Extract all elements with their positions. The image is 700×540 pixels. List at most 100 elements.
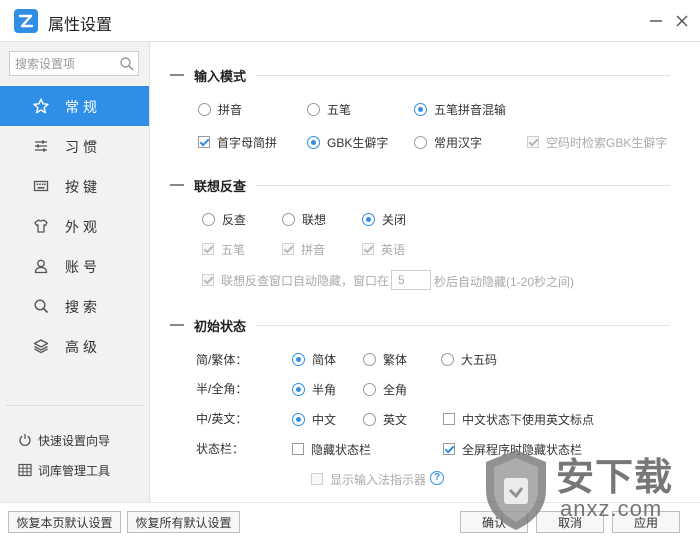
option-label: 中文 bbox=[312, 412, 337, 427]
star-icon bbox=[33, 98, 49, 114]
settings-search-input[interactable] bbox=[15, 55, 115, 73]
sidebar-item-account[interactable]: 账号 bbox=[0, 246, 149, 286]
checkbox[interactable] bbox=[311, 473, 323, 485]
radio-charset-common[interactable]: 常用汉字 bbox=[414, 134, 482, 150]
sidebar-item-keys[interactable]: 按键 bbox=[0, 166, 149, 206]
checkbox[interactable] bbox=[443, 413, 455, 425]
option-label: 拼音 bbox=[301, 242, 326, 257]
close-button[interactable] bbox=[671, 10, 693, 32]
radio-button[interactable] bbox=[292, 412, 305, 426]
radio-button[interactable] bbox=[414, 135, 427, 149]
checkbox[interactable] bbox=[198, 136, 210, 148]
restore-page-defaults-button[interactable]: 恢复本页默认设置 bbox=[8, 511, 121, 533]
quick-setup-wizard-label: 快速设置向导 bbox=[38, 433, 111, 448]
radio-assoc-suggest[interactable]: 联想 bbox=[282, 211, 326, 227]
radio-button[interactable] bbox=[363, 412, 376, 426]
checkbox-initial-abbrev[interactable]: 首字母简拼 bbox=[198, 134, 277, 150]
checkbox[interactable] bbox=[292, 443, 304, 455]
radio-mode-pinyin[interactable]: 拼音 bbox=[198, 101, 242, 117]
radio-button[interactable] bbox=[362, 212, 375, 226]
watermark-subtext: anxz.com bbox=[560, 496, 663, 521]
radio-button[interactable] bbox=[363, 352, 376, 366]
search-icon[interactable] bbox=[119, 56, 135, 72]
sidebar-item-label: 习惯 bbox=[65, 139, 101, 155]
radio-half-width[interactable]: 半角 bbox=[292, 381, 336, 397]
radio-traditional[interactable]: 繁体 bbox=[363, 351, 407, 367]
quick-setup-wizard-link[interactable]: 快速设置向导 bbox=[18, 431, 110, 449]
radio-full-width[interactable]: 全角 bbox=[363, 381, 407, 397]
option-label: GBK生僻字 bbox=[327, 135, 389, 150]
radio-english[interactable]: 英文 bbox=[363, 411, 407, 427]
option-label: 显示输入法指示器 bbox=[330, 472, 427, 487]
radio-button[interactable] bbox=[363, 382, 376, 396]
sliders-icon bbox=[35, 140, 47, 152]
sidebar-item-general[interactable]: 常规 bbox=[0, 86, 149, 126]
option-label: 反查 bbox=[222, 212, 247, 227]
checkbox-assoc-wubi[interactable]: 五笔 bbox=[202, 241, 245, 257]
checkbox-assoc-auto-hide[interactable]: 联想反查窗口自动隐藏，窗口在 bbox=[202, 272, 389, 288]
checkbox[interactable] bbox=[443, 443, 455, 455]
option-label: 简体 bbox=[312, 352, 337, 367]
option-label: 首字母简拼 bbox=[217, 135, 278, 150]
watermark-text: 安下载 bbox=[556, 457, 674, 499]
option-label: 繁体 bbox=[383, 352, 408, 367]
checkbox-assoc-pinyin[interactable]: 拼音 bbox=[282, 241, 325, 257]
sidebar-item-habits[interactable]: 习惯 bbox=[0, 126, 149, 166]
checkbox-hide-statusbar[interactable]: 隐藏状态栏 bbox=[292, 441, 371, 457]
radio-button[interactable] bbox=[307, 102, 320, 116]
sidebar-item-search[interactable]: 搜索 bbox=[0, 286, 149, 326]
radio-charset-gbk[interactable]: GBK生僻字 bbox=[307, 134, 388, 150]
radio-button[interactable] bbox=[198, 102, 211, 116]
option-label: 常用汉字 bbox=[434, 135, 483, 150]
shield-icon bbox=[486, 450, 546, 530]
option-label: 英文 bbox=[383, 412, 408, 427]
sidebar-item-label: 高级 bbox=[65, 339, 101, 355]
checkbox-assoc-english[interactable]: 英语 bbox=[362, 241, 405, 257]
simp-trad-label: 简/繁体： bbox=[196, 353, 248, 367]
radio-button[interactable] bbox=[282, 212, 295, 226]
checkbox-empty-code-gbk[interactable]: 空码时检索GBK生僻字 bbox=[527, 134, 667, 150]
radio-button[interactable] bbox=[414, 102, 427, 116]
checkbox[interactable] bbox=[202, 243, 214, 255]
radio-assoc-off[interactable]: 关闭 bbox=[362, 211, 406, 227]
checkbox[interactable] bbox=[282, 243, 294, 255]
radio-button[interactable] bbox=[292, 382, 305, 396]
user-icon bbox=[34, 259, 48, 274]
radio-mode-wubi[interactable]: 五笔 bbox=[307, 101, 351, 117]
auto-hide-suffix-label: 秒后自动隐藏(1-20秒之间) bbox=[434, 275, 575, 289]
auto-hide-seconds-input[interactable] bbox=[391, 270, 431, 290]
radio-button[interactable] bbox=[441, 352, 454, 366]
radio-mode-mixed[interactable]: 五笔拼音混输 bbox=[414, 101, 506, 117]
option-label: 五笔 bbox=[327, 102, 352, 117]
sidebar-nav: 常规 习惯 按键 外观 账号 搜索 高级 bbox=[0, 86, 150, 366]
radio-chinese[interactable]: 中文 bbox=[292, 411, 336, 427]
restore-all-defaults-button[interactable]: 恢复所有默认设置 bbox=[127, 511, 240, 533]
option-label: 英语 bbox=[381, 242, 406, 257]
checkbox[interactable] bbox=[362, 243, 374, 255]
section-dash bbox=[170, 184, 184, 186]
sidebar-item-label: 按键 bbox=[65, 179, 101, 195]
sidebar-item-appearance[interactable]: 外观 bbox=[0, 206, 149, 246]
option-label: 空码时检索GBK生僻字 bbox=[546, 135, 668, 150]
sidebar-item-advanced[interactable]: 高级 bbox=[0, 326, 149, 366]
checkbox[interactable] bbox=[527, 136, 539, 148]
option-label: 关闭 bbox=[382, 212, 407, 227]
checkbox[interactable] bbox=[202, 274, 214, 286]
radio-assoc-reverse[interactable]: 反查 bbox=[202, 211, 246, 227]
section-association: 联想反查 bbox=[170, 177, 246, 194]
radio-button[interactable] bbox=[307, 135, 320, 149]
dictionary-tool-link[interactable]: 词库管理工具 bbox=[18, 461, 110, 479]
help-icon[interactable]: ? bbox=[430, 471, 444, 485]
radio-big5[interactable]: 大五码 bbox=[441, 351, 497, 367]
minimize-button[interactable] bbox=[645, 10, 667, 32]
section-divider bbox=[256, 185, 670, 186]
checkbox-english-punct[interactable]: 中文状态下使用英文标点 bbox=[443, 411, 594, 427]
app-logo-icon bbox=[14, 9, 38, 33]
radio-simplified[interactable]: 简体 bbox=[292, 351, 336, 367]
keyboard-icon bbox=[33, 180, 49, 192]
option-label: 半角 bbox=[312, 382, 337, 397]
radio-button[interactable] bbox=[292, 352, 305, 366]
statusbar-label: 状态栏： bbox=[196, 442, 245, 456]
radio-button[interactable] bbox=[202, 212, 215, 226]
checkbox-show-indicator[interactable]: 显示输入法指示器 bbox=[311, 471, 426, 487]
